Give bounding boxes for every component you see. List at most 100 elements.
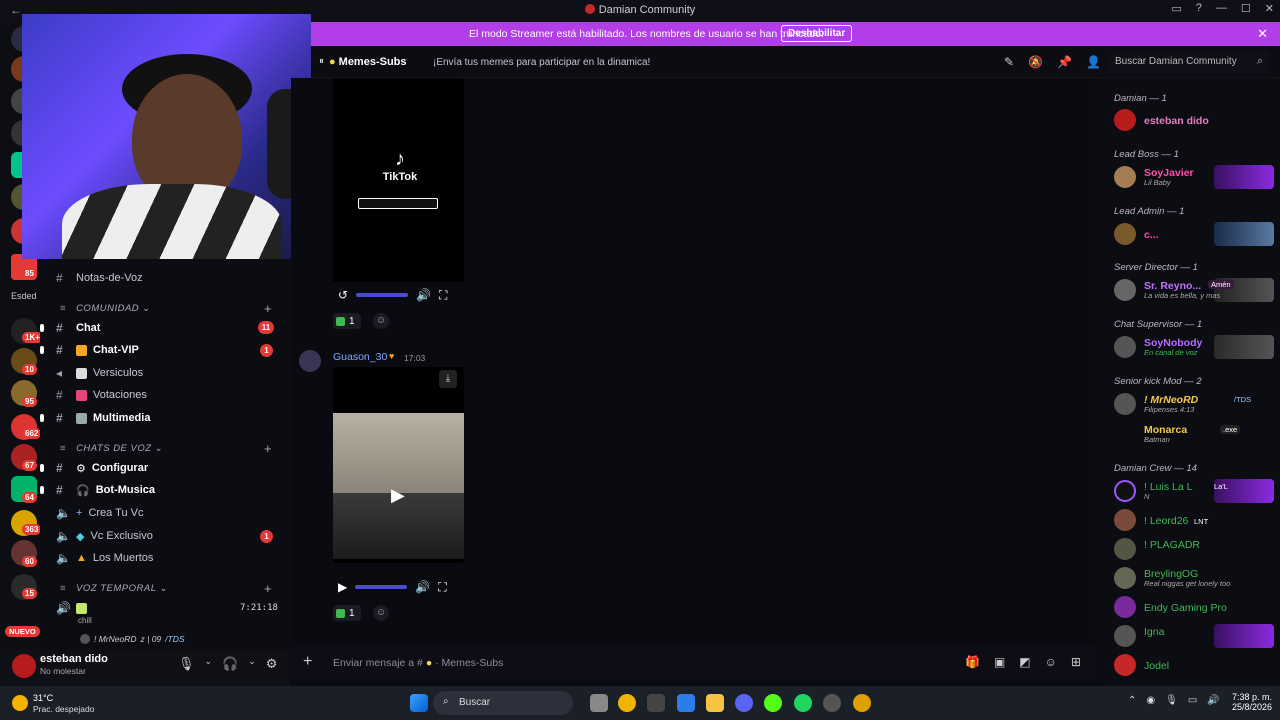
- notification-bell-icon[interactable]: 🔕: [1028, 55, 1043, 69]
- microphone-icon[interactable]: 🎙: [1165, 695, 1178, 706]
- role-header: Senior kick Mod — 2: [1114, 376, 1202, 387]
- member-item[interactable]: Igna: [1106, 624, 1280, 648]
- channel-multimedia[interactable]: # Multimedia: [40, 408, 150, 428]
- category-voz-temporal[interactable]: ≡ VOZ TEMPORAL ⌄ +: [60, 581, 272, 596]
- category-comunidad[interactable]: ≡ COMUNIDAD ⌄ +: [60, 301, 272, 316]
- close-icon[interactable]: ✕: [1257, 26, 1268, 42]
- help-icon[interactable]: ?: [1196, 2, 1202, 15]
- volume-icon[interactable]: 🔊: [1207, 695, 1219, 706]
- download-icon[interactable]: ⤓: [439, 370, 457, 388]
- minimize-button[interactable]: —: [1216, 2, 1227, 15]
- gif-icon[interactable]: ▣: [994, 655, 1005, 669]
- channel-configurar[interactable]: # ⚙ Configurar: [40, 458, 148, 478]
- channel-versiculos[interactable]: ◂ Versiculos: [56, 363, 143, 383]
- channel-topic[interactable]: ¡Envía tus memes para participar en la d…: [433, 57, 650, 68]
- inbox-icon[interactable]: ▭: [1171, 2, 1181, 15]
- video-attachment[interactable]: ⤓ ▶: [333, 367, 464, 563]
- clock[interactable]: 7:38 p. m. 25/8/2026: [1222, 692, 1272, 712]
- message-author[interactable]: Guason_30: [333, 351, 387, 363]
- channel-vc-exclusivo[interactable]: 🔈 ◆ Vc Exclusivo: [56, 526, 153, 546]
- member-item[interactable]: ! Leord26 LNT: [1106, 508, 1280, 532]
- replay-icon[interactable]: ↺: [338, 288, 348, 302]
- fullscreen-icon[interactable]: ⛶: [439, 288, 447, 303]
- obs-icon[interactable]: [823, 694, 841, 712]
- store-icon[interactable]: [677, 694, 695, 712]
- members-icon[interactable]: 👤: [1086, 55, 1101, 69]
- apps-icon[interactable]: ⊞: [1071, 655, 1081, 669]
- add-channel-icon[interactable]: +: [264, 581, 272, 596]
- volume-icon[interactable]: 🔊: [415, 580, 430, 594]
- microphone-icon[interactable]: 🎙: [178, 656, 195, 672]
- kick-icon[interactable]: [764, 694, 782, 712]
- sticker-icon[interactable]: ◩: [1019, 655, 1030, 669]
- chevron-down-icon: ⌄: [154, 443, 164, 454]
- member-item[interactable]: ! PLAGADR: [1106, 537, 1280, 561]
- close-button[interactable]: ✕: [1265, 2, 1274, 15]
- member-item[interactable]: c...: [1106, 222, 1280, 246]
- reaction[interactable]: 1: [333, 605, 361, 621]
- member-item[interactable]: Jodel: [1106, 653, 1280, 677]
- channel-crea-tu-vc[interactable]: 🔈 + Crea Tu Vc: [56, 503, 143, 523]
- user-name[interactable]: esteban dido: [40, 653, 108, 665]
- volume-icon[interactable]: 🔊: [416, 288, 431, 302]
- video-progress-slider[interactable]: [355, 585, 408, 589]
- channel-notas-de-voz[interactable]: # Notas-de-Voz: [56, 268, 143, 288]
- fullscreen-icon[interactable]: ⛶: [438, 580, 446, 595]
- app-icon[interactable]: [647, 694, 665, 712]
- threads-icon[interactable]: ✎: [1004, 55, 1014, 69]
- headset-icon[interactable]: 🎧: [222, 656, 238, 672]
- avatar[interactable]: [12, 654, 36, 678]
- attach-plus-icon[interactable]: +: [303, 653, 312, 671]
- task-view-icon[interactable]: [590, 694, 608, 712]
- member-item[interactable]: ! MrNeoRD/TDS Filipenses 4:13: [1106, 392, 1280, 416]
- add-reaction-button[interactable]: ☺: [373, 605, 389, 621]
- search-input[interactable]: Buscar Damian Community ⌕: [1109, 51, 1269, 73]
- avatar[interactable]: [299, 350, 321, 372]
- add-reaction-button[interactable]: ☺: [373, 313, 389, 329]
- maximize-button[interactable]: ☐: [1241, 2, 1251, 15]
- display-icon[interactable]: ▭: [1188, 695, 1197, 706]
- gear-icon[interactable]: ⚙: [266, 656, 278, 672]
- chevron-down-icon[interactable]: ⌄: [248, 656, 256, 672]
- member-item[interactable]: SoyJavier Lil Baby: [1106, 165, 1280, 189]
- play-overlay-icon[interactable]: ▶: [391, 485, 405, 506]
- tiktok-video[interactable]: ♪ TikTok: [333, 78, 464, 282]
- add-channel-icon[interactable]: +: [264, 441, 272, 456]
- member-item[interactable]: Sr. Reyno... Amén La vida es bella, y mas: [1106, 278, 1280, 302]
- gift-icon[interactable]: 🎁: [965, 655, 980, 669]
- network-icon[interactable]: ◉: [1146, 695, 1155, 706]
- windows-start-icon[interactable]: [410, 694, 428, 712]
- member-item[interactable]: ! Luis La L La'L N: [1106, 479, 1280, 503]
- file-explorer-icon[interactable]: [706, 694, 724, 712]
- member-item[interactable]: Monarca .exe Batman: [1106, 422, 1280, 446]
- reaction[interactable]: 1: [333, 313, 361, 329]
- channel-votaciones[interactable]: # Votaciones: [56, 385, 147, 405]
- play-icon[interactable]: ▶: [338, 580, 347, 594]
- pin-icon[interactable]: 📌: [1057, 55, 1072, 69]
- disable-button[interactable]: Deshabilitar: [781, 25, 853, 42]
- channel-los-muertos[interactable]: 🔈 ▲ Los Muertos: [56, 548, 153, 568]
- taskbar-search[interactable]: ⌕ Buscar: [433, 691, 573, 715]
- channel-chat[interactable]: # Chat: [40, 318, 100, 338]
- chevron-down-icon[interactable]: ⌄: [205, 656, 213, 672]
- emoji-picker-icon[interactable]: ☺: [1045, 655, 1057, 669]
- channel-bot-musica[interactable]: # 🎧 Bot-Musica: [40, 480, 155, 500]
- chrome-icon[interactable]: [853, 694, 871, 712]
- spotify-icon[interactable]: [794, 694, 812, 712]
- weather-icon[interactable]: [12, 695, 28, 711]
- channel-chat-vip[interactable]: # Chat-VIP: [40, 340, 139, 360]
- voice-channel-chill[interactable]: 🔊: [56, 598, 93, 618]
- chrome-icon[interactable]: [618, 694, 636, 712]
- chevron-up-icon[interactable]: ⌃: [1128, 695, 1136, 706]
- add-channel-icon[interactable]: +: [264, 301, 272, 316]
- video-progress-slider[interactable]: [356, 293, 409, 297]
- member-item[interactable]: BreylingOG Real niggas get lonely too: [1106, 566, 1280, 590]
- message-composer[interactable]: + Enviar mensaje a # ● · Memes-Subs 🎁 ▣ …: [291, 646, 1095, 680]
- discord-icon[interactable]: [735, 694, 753, 712]
- category-chats-de-voz[interactable]: ≡ CHATS DE VOZ ⌄ +: [60, 441, 272, 456]
- server-label-esded[interactable]: Esded: [11, 291, 37, 301]
- voice-user[interactable]: ! MrNeoRD z | 09 /TDS: [80, 634, 185, 644]
- member-item[interactable]: Endy Gaming Pro: [1106, 595, 1280, 619]
- member-item[interactable]: esteban dido: [1106, 108, 1280, 132]
- member-item[interactable]: SoyNobody En canal de voz: [1106, 335, 1280, 359]
